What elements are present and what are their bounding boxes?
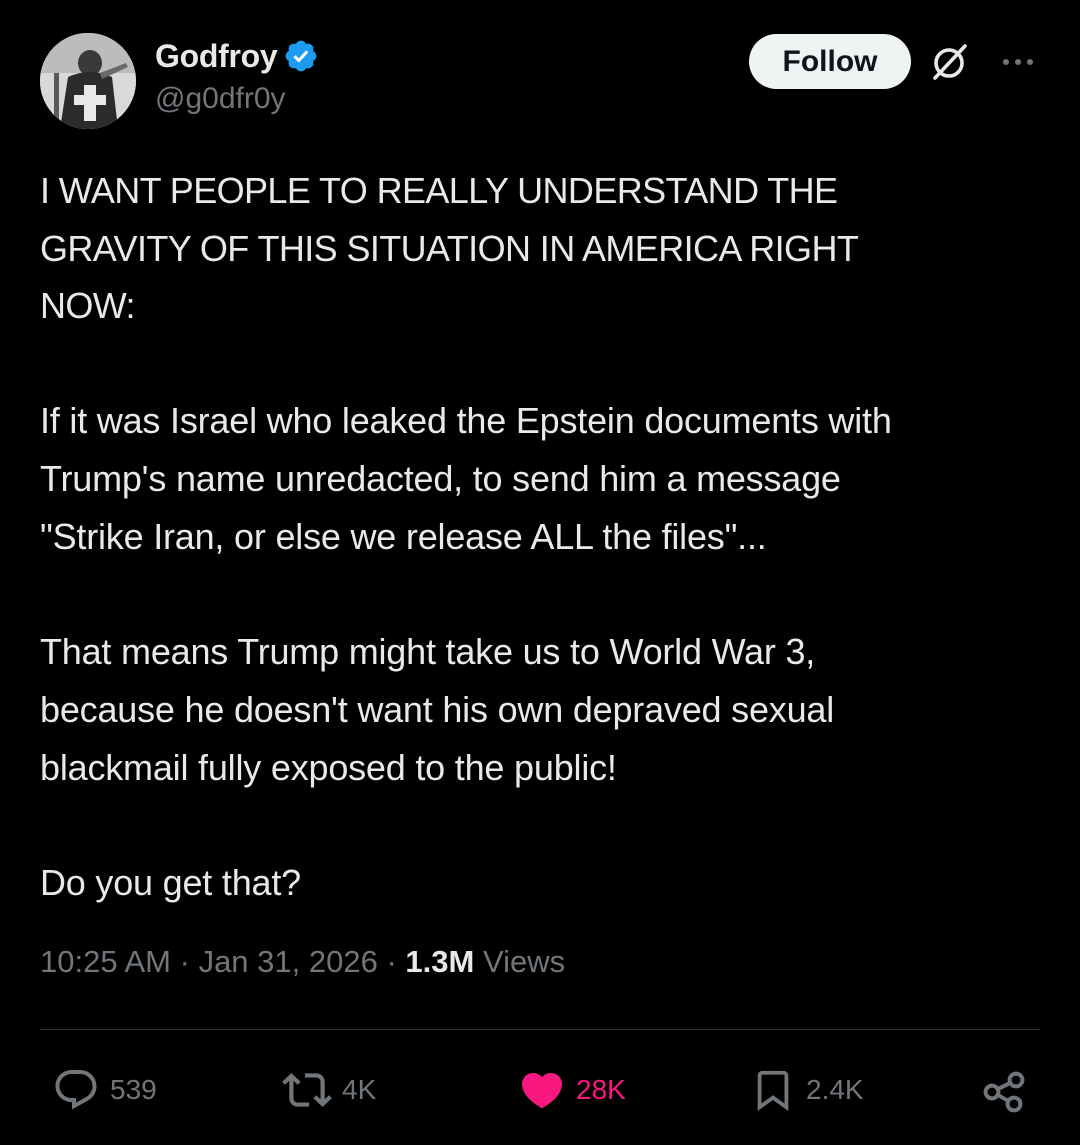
action-bar: 539 4K 28K 2.4K bbox=[0, 1062, 1080, 1118]
more-options-icon[interactable] bbox=[996, 46, 1040, 78]
follow-button[interactable]: Follow bbox=[749, 34, 911, 89]
grok-icon[interactable] bbox=[928, 40, 972, 84]
reply-button[interactable]: 539 bbox=[52, 1062, 157, 1118]
display-name-row: Godfroy bbox=[155, 36, 319, 76]
display-name[interactable]: Godfroy bbox=[155, 38, 278, 75]
bookmark-button[interactable]: 2.4K bbox=[750, 1062, 864, 1118]
user-handle[interactable]: @g0dfr0y bbox=[155, 82, 286, 116]
like-button[interactable]: 28K bbox=[518, 1062, 626, 1118]
bookmark-icon bbox=[757, 1070, 789, 1111]
meta-separator: · bbox=[179, 944, 190, 979]
tweet-paragraph: That means Trump might take us to World … bbox=[40, 630, 835, 788]
share-button[interactable] bbox=[980, 1062, 1028, 1118]
tweet-time[interactable]: 10:25 AM bbox=[40, 944, 171, 979]
verified-badge-icon bbox=[285, 40, 317, 72]
tweet-paragraph: Do you get that? bbox=[40, 861, 301, 903]
like-count: 28K bbox=[576, 1074, 626, 1105]
heart-icon bbox=[521, 1073, 563, 1109]
bookmark-count: 2.4K bbox=[806, 1074, 864, 1105]
tweet-meta: 10:25 AM · Jan 31, 2026 · 1.3M Views bbox=[40, 944, 565, 980]
avatar[interactable] bbox=[40, 33, 136, 129]
tweet-paragraph: I WANT PEOPLE TO REALLY UNDERSTAND THE G… bbox=[40, 170, 859, 326]
repost-count: 4K bbox=[342, 1074, 377, 1105]
repost-icon bbox=[282, 1073, 332, 1107]
divider bbox=[40, 1029, 1040, 1030]
views-count: 1.3M bbox=[405, 944, 475, 979]
tweet-date[interactable]: Jan 31, 2026 bbox=[199, 944, 378, 979]
share-icon bbox=[983, 1071, 1025, 1113]
views-label: Views bbox=[482, 944, 566, 979]
tweet-header: Godfroy @g0dfr0y Follow bbox=[0, 0, 1080, 140]
reply-icon bbox=[55, 1070, 97, 1110]
meta-separator: · bbox=[386, 944, 397, 979]
tweet-text: I WANT PEOPLE TO REALLY UNDERSTAND THE G… bbox=[40, 162, 1040, 969]
tweet-paragraph: If it was Israel who leaked the Epstein … bbox=[40, 399, 892, 557]
reply-count: 539 bbox=[110, 1074, 157, 1105]
avatar-image bbox=[40, 33, 136, 129]
repost-button[interactable]: 4K bbox=[282, 1062, 376, 1118]
